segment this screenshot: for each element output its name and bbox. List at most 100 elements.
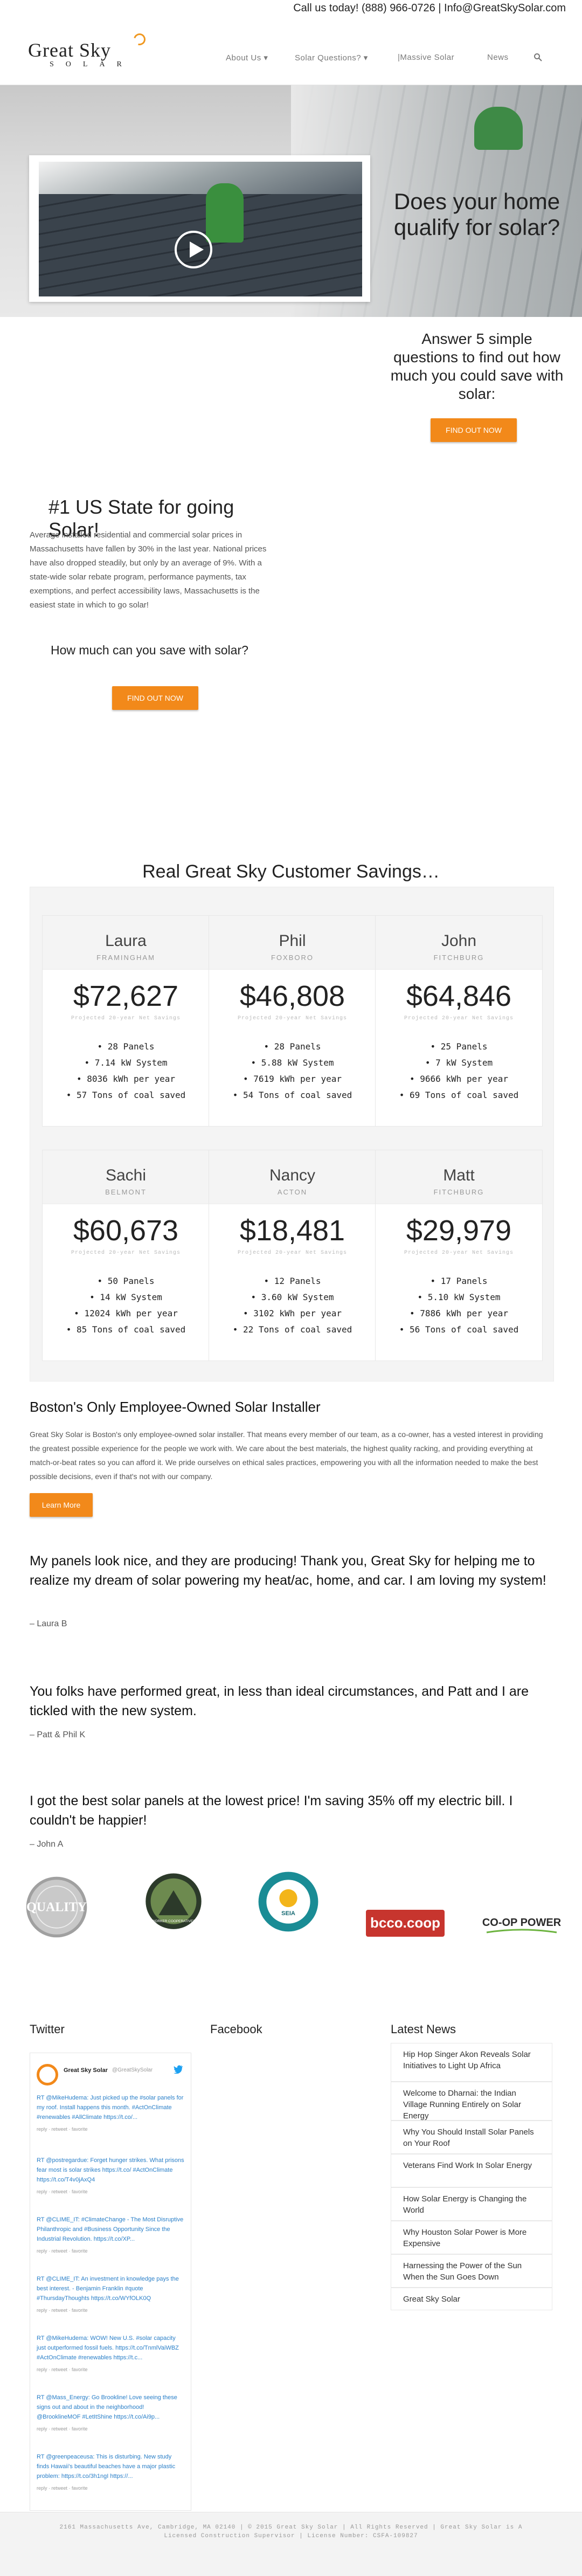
customer-name: Matt xyxy=(443,1166,475,1184)
news-item[interactable]: Why Houston Solar Power is More Expensiv… xyxy=(391,2221,552,2254)
list-item: • 3.60 kW System xyxy=(251,1292,334,1302)
twitter-at: @GreatSkySolar xyxy=(112,2067,153,2073)
customer-savings: $64,846 xyxy=(406,980,512,1012)
latest-news-heading: Latest News xyxy=(391,2022,456,2036)
nav-about-us[interactable]: About Us ▾ xyxy=(226,53,268,69)
tweet-actions[interactable]: reply · retweet · favorite xyxy=(37,2305,185,2315)
latest-news-list: Hip Hop Singer Akon Reveals Solar Initia… xyxy=(391,2043,552,2312)
list-item: • 22 Tons of coal saved xyxy=(232,1324,352,1335)
tweet-actions[interactable]: reply · retweet · favorite xyxy=(37,2187,185,2197)
news-item[interactable]: Why You Should Install Solar Panels on Y… xyxy=(391,2121,552,2154)
customer-card: Matt FITCHBURG $29,979 Projected 20-year N… xyxy=(375,1150,543,1361)
brand-tagline: SOLAR xyxy=(50,60,134,68)
tweet[interactable]: RT @greenpeaceusa: This is disturbing. N… xyxy=(30,2452,191,2493)
tweet[interactable]: RT @CLIME_IT: #ClimateChange - The Most … xyxy=(30,2215,191,2256)
employee-owned-title: Boston's Only Employee-Owned Solar Insta… xyxy=(30,1399,321,1415)
search-icon[interactable] xyxy=(534,53,542,61)
bcco-coop-logo[interactable]: bcco.coop xyxy=(365,1891,446,1956)
list-item: • 50 Panels xyxy=(97,1276,155,1286)
employee-owned-body: Great Sky Solar is Boston's only employe… xyxy=(30,1430,543,1481)
quality-badge-logo[interactable]: QUALITY xyxy=(22,1875,92,1939)
learn-more-button[interactable]: Learn More xyxy=(30,1493,93,1517)
intro-question: How much can you save with solar? xyxy=(51,643,248,657)
seia-member-logo[interactable]: SEIA xyxy=(253,1869,323,1934)
intro-video[interactable] xyxy=(39,162,362,296)
tweet[interactable]: RT @CLIME_IT: An investment in knowledge… xyxy=(30,2274,191,2315)
hero-subheadline: Answer 5 simple questions to find out ho… xyxy=(390,330,564,402)
tweet-text: RT @CLIME_IT: An investment in knowledge… xyxy=(37,2276,179,2302)
news-item[interactable]: Welcome to Dharnai: the Indian Village R… xyxy=(391,2082,552,2121)
tweet-text: RT @greenpeaceusa: This is disturbing. N… xyxy=(37,2454,176,2480)
tweet-text: RT @postregardue: Forget hunger strikes.… xyxy=(37,2157,184,2183)
list-item: • 56 Tons of coal saved xyxy=(399,1324,519,1335)
list-item: • 28 Panels xyxy=(97,1041,155,1052)
logo-bcco-text: bcco.coop xyxy=(370,1915,440,1931)
customer-name: Sachi xyxy=(105,1166,147,1184)
savings-note: Projected 20-year Net Savings xyxy=(404,1016,514,1021)
list-item: • 12024 kWh per year xyxy=(74,1308,178,1318)
testimonial-author: – Patt & Phil K xyxy=(30,1730,86,1739)
facebook-heading: Facebook xyxy=(210,2022,262,2036)
play-icon[interactable] xyxy=(175,231,212,268)
brand-logo[interactable]: Great Sky SOLAR xyxy=(28,27,200,70)
list-item: • 69 Tons of coal saved xyxy=(399,1090,519,1100)
customer-city: FITCHBURG xyxy=(433,954,484,962)
tweet-text: RT @MikeHudema: Just picked up the #sola… xyxy=(37,2095,184,2121)
list-item: • 5.88 kW System xyxy=(251,1058,334,1068)
tweet[interactable]: RT @MikeHudema: WOW! New U.S. #solar cap… xyxy=(30,2333,191,2374)
nav-news[interactable]: News xyxy=(487,53,509,69)
tweet[interactable]: RT @Mass_Energy: Go Brookline! Love seei… xyxy=(30,2393,191,2434)
avatar xyxy=(37,2064,58,2085)
twitter-feed[interactable]: Great Sky Solar @GreatSkySolar RT @MikeH… xyxy=(30,2053,191,2511)
twitter-heading: Twitter xyxy=(30,2022,65,2036)
tweet-text: RT @CLIME_IT: #ClimateChange - The Most … xyxy=(37,2216,184,2242)
customer-city: FRAMINGHAM xyxy=(96,954,155,962)
customer-city: FITCHBURG xyxy=(433,1188,484,1196)
tweet-actions[interactable]: reply · retweet · favorite xyxy=(37,2246,185,2256)
nav-solar-questions[interactable]: Solar Questions? ▾ xyxy=(295,53,368,69)
news-item[interactable]: Great Sky Solar xyxy=(391,2288,552,2310)
intro-find-out-button[interactable]: FIND OUT NOW xyxy=(112,686,198,710)
customer-city: FOXBORO xyxy=(271,954,314,962)
list-item: • 17 Panels xyxy=(430,1276,488,1286)
savings-note: Projected 20-year Net Savings xyxy=(71,1250,181,1256)
news-item[interactable]: How Solar Energy is Changing the World xyxy=(391,2187,552,2221)
tweet-actions[interactable]: reply · retweet · favorite xyxy=(37,2424,185,2434)
intro-body: Average installed residential and commer… xyxy=(30,530,267,610)
footer-text: 2161 Massachusetts Ave, Cambridge, MA 02… xyxy=(59,2524,523,2539)
news-item[interactable]: Hip Hop Singer Akon Reveals Solar Initia… xyxy=(391,2043,552,2082)
list-item: • 7619 kWh per year xyxy=(242,1074,342,1084)
hero-headline: Does your home qualify for solar? xyxy=(393,189,560,240)
coop-power-logo[interactable]: CO-OP POWER xyxy=(481,1892,562,1957)
news-item[interactable]: Veterans Find Work In Solar Energy xyxy=(391,2154,552,2187)
tweet[interactable]: RT @MikeHudema: Just picked up the #sola… xyxy=(30,2093,191,2134)
list-item: • 3102 kWh per year xyxy=(242,1308,342,1318)
customer-card: Nancy ACTON $18,481 Projected 20-year Net … xyxy=(209,1150,376,1361)
testimonial-quote: You folks have performed great, in less … xyxy=(30,1684,529,1718)
tweet-actions[interactable]: reply · retweet · favorite xyxy=(37,2483,185,2493)
list-item: • 14 kW System xyxy=(89,1292,162,1302)
customer-city: BELMONT xyxy=(105,1188,147,1196)
hero-find-out-button[interactable]: FIND OUT NOW xyxy=(431,418,517,442)
list-item: • 7886 kWh per year xyxy=(409,1308,509,1318)
savings-title: Real Great Sky Customer Savings… xyxy=(142,861,440,882)
tweet-actions[interactable]: reply · retweet · favorite xyxy=(37,2365,185,2374)
list-item: • 7.14 kW System xyxy=(84,1058,168,1068)
nav-massive-solar[interactable]: |Massive Solar xyxy=(398,53,454,69)
logo-seia-text: SEIA xyxy=(281,1910,295,1917)
tweet[interactable]: RT @postregardue: Forget hunger strikes.… xyxy=(30,2156,191,2197)
customer-card: Sachi BELMONT $60,673 Projected 20-year Ne… xyxy=(42,1150,210,1361)
twitter-handle[interactable]: Great Sky Solar xyxy=(64,2067,108,2074)
list-item: • 9666 kWh per year xyxy=(409,1074,509,1084)
customer-card: John FITCHBURG $64,846 Projected 20-year N… xyxy=(375,915,543,1127)
list-item: • 85 Tons of coal saved xyxy=(66,1324,186,1335)
news-item[interactable]: Harnessing the Power of the Sun When the… xyxy=(391,2254,552,2288)
customer-savings: $46,808 xyxy=(239,980,345,1012)
worker-coop-logo[interactable]: WORKER COOPERATIVES xyxy=(141,1870,206,1935)
site-footer: 2161 Massachusetts Ave, Cambridge, MA 02… xyxy=(0,2512,582,2576)
list-item: • 12 Panels xyxy=(264,1276,321,1286)
list-item: • 8036 kWh per year xyxy=(76,1074,176,1084)
customer-name: Phil xyxy=(279,932,306,950)
tweet-actions[interactable]: reply · retweet · favorite xyxy=(37,2124,185,2134)
customer-name: Laura xyxy=(105,932,147,950)
